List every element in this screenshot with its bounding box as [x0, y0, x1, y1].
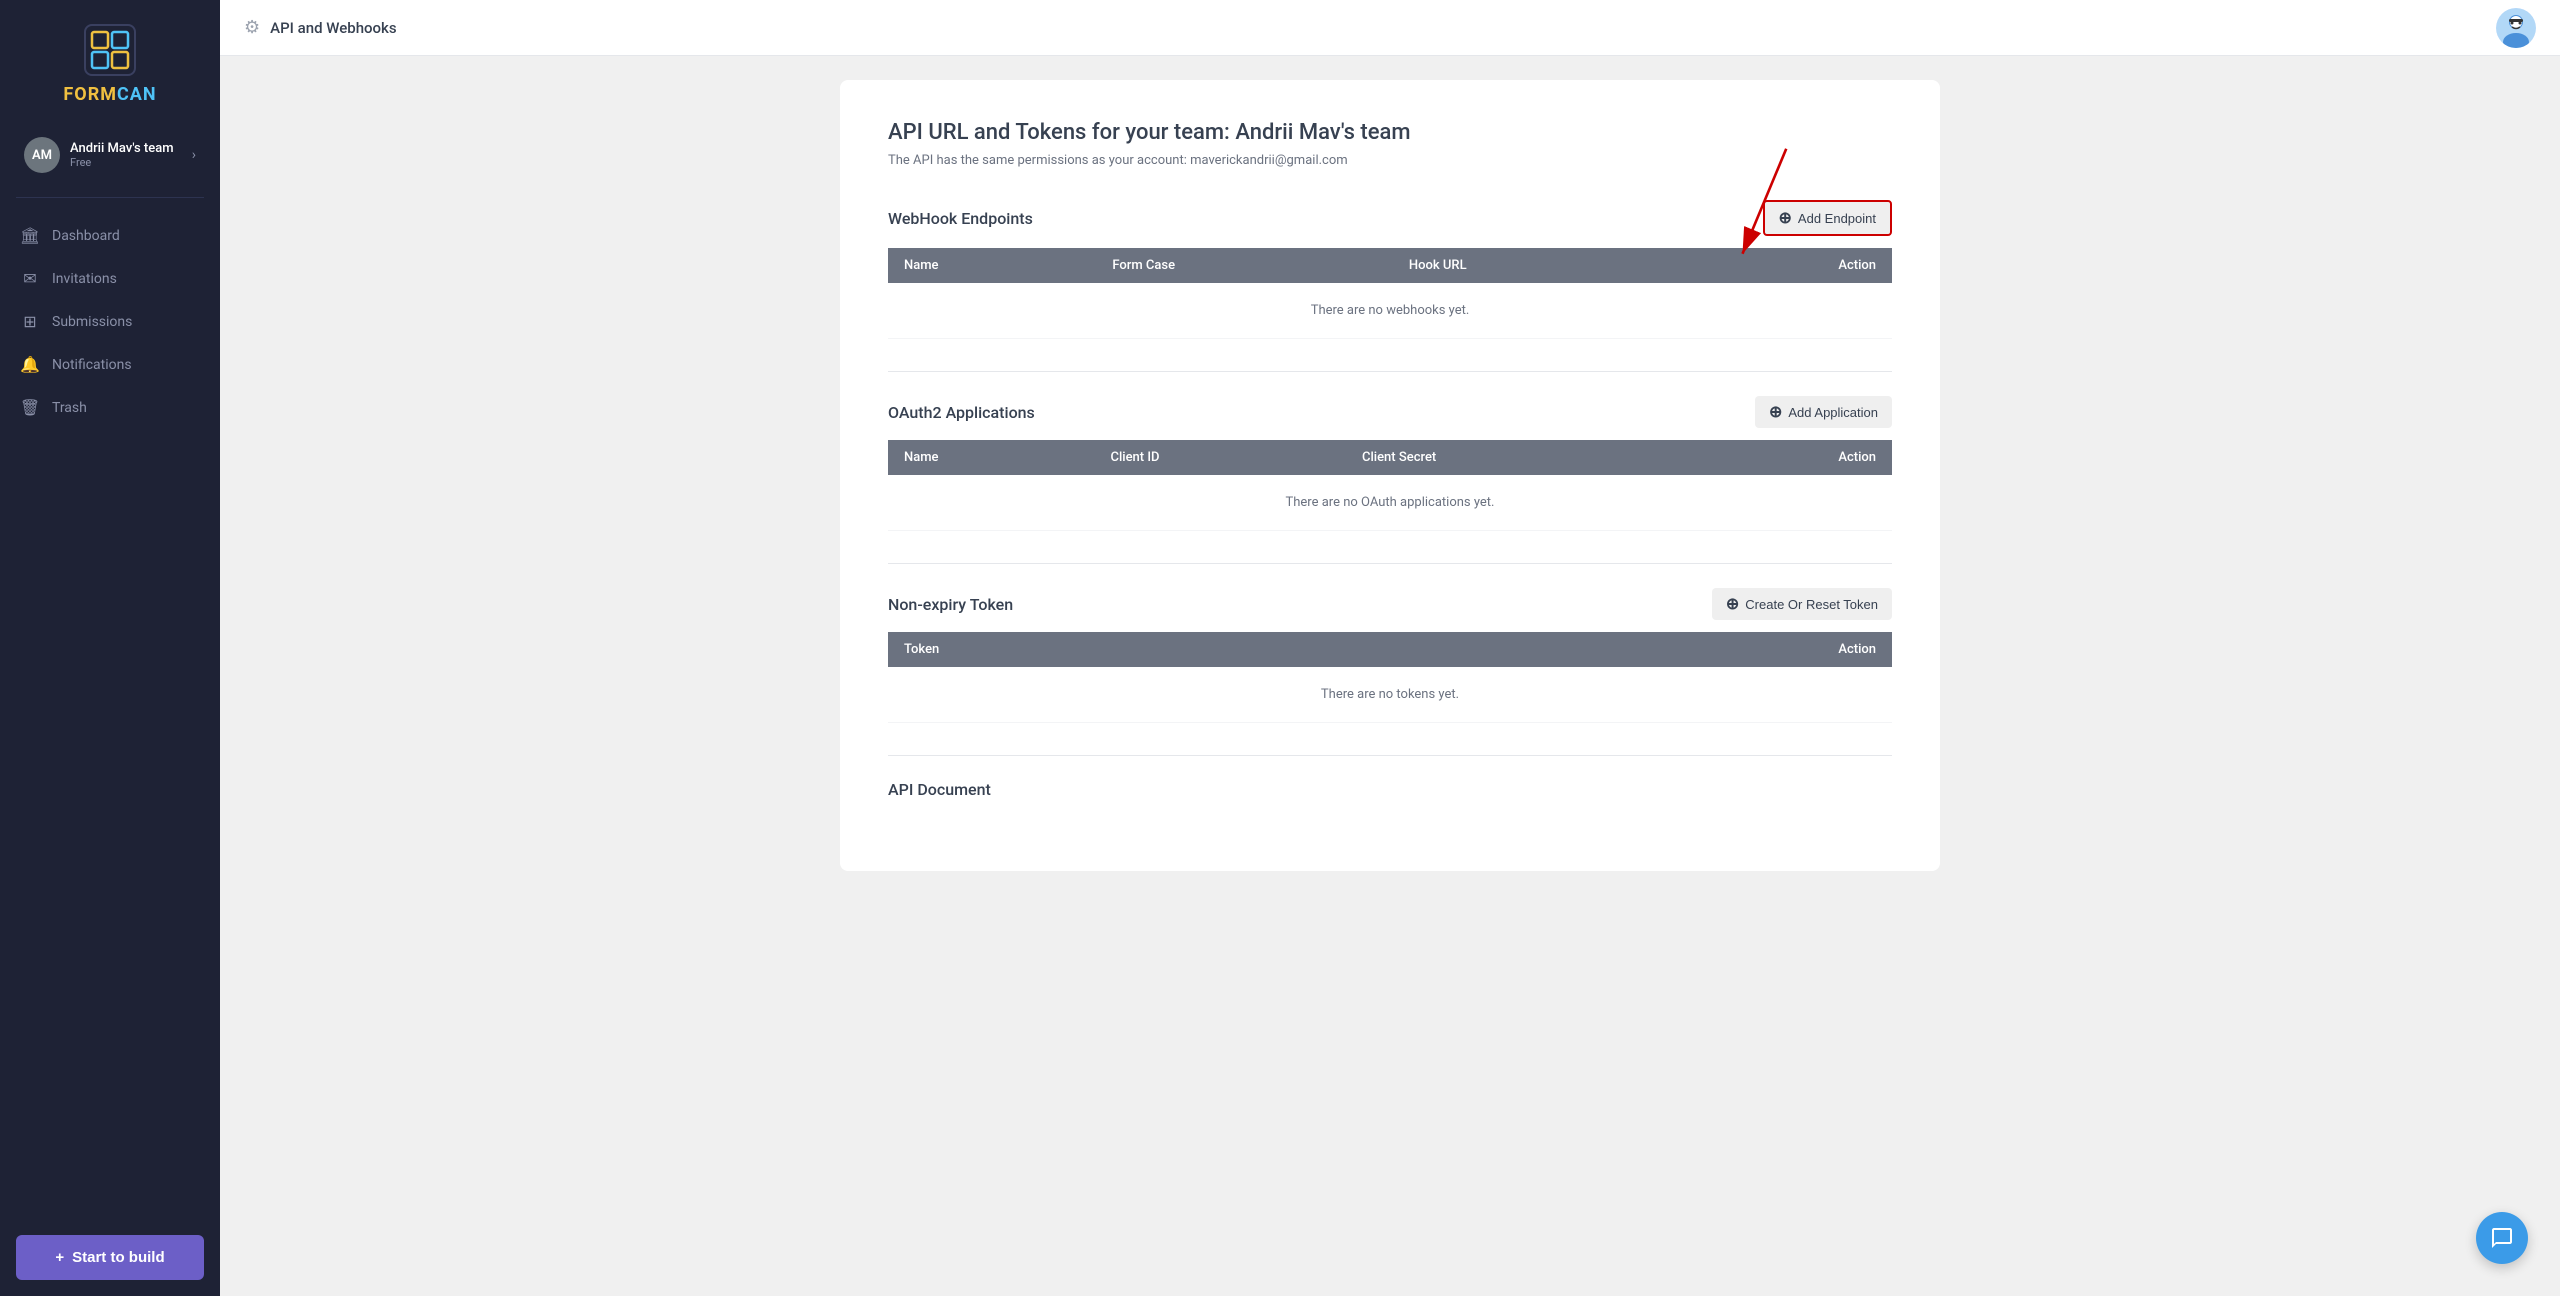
team-chevron-icon: › — [192, 147, 196, 163]
logo-form: FORM — [63, 84, 117, 105]
webhook-col-hookurl: Hook URL — [1393, 248, 1674, 283]
token-empty-message: There are no tokens yet. — [888, 667, 1892, 723]
sidebar-bottom: + Start to build — [0, 1219, 220, 1296]
sidebar-divider — [16, 197, 204, 198]
webhook-empty-row: There are no webhooks yet. — [888, 283, 1892, 339]
token-plus-icon: ⊕ — [1726, 594, 1739, 614]
oauth2-col-action: Action — [1676, 440, 1892, 475]
user-avatar[interactable] — [2496, 8, 2536, 48]
invitations-icon: ✉ — [20, 269, 40, 288]
plus-icon: + — [55, 1249, 64, 1266]
add-application-plus-icon: ⊕ — [1769, 402, 1782, 422]
token-col-token: Token — [888, 632, 1381, 667]
sidebar-item-notifications[interactable]: 🔔 Notifications — [0, 343, 220, 386]
sidebar-item-dashboard[interactable]: 🏛 Dashboard — [0, 214, 220, 257]
sidebar-logo: FORMCAN — [0, 0, 220, 121]
team-plan: Free — [70, 156, 192, 169]
gear-icon: ⚙ — [244, 17, 260, 38]
team-avatar: AM — [24, 137, 60, 173]
webhook-empty-message: There are no webhooks yet. — [888, 283, 1892, 339]
webhook-section: WebHook Endpoints ⊕ Add Endpoint Name Fo… — [888, 200, 1892, 339]
sidebar-nav: 🏛 Dashboard ✉ Invitations ⊞ Submissions … — [0, 206, 220, 1219]
trash-icon: 🗑 — [20, 398, 40, 417]
oauth2-col-name: Name — [888, 440, 1094, 475]
dashboard-icon: 🏛 — [20, 226, 40, 245]
token-table: Token Action There are no tokens yet. — [888, 632, 1892, 723]
sidebar: FORMCAN AM Andrii Mav's team Free › 🏛 Da… — [0, 0, 220, 1296]
oauth2-table: Name Client ID Client Secret Action Ther… — [888, 440, 1892, 531]
logo-icon — [84, 24, 136, 76]
team-selector[interactable]: AM Andrii Mav's team Free › — [8, 125, 212, 185]
oauth2-header: OAuth2 Applications ⊕ Add Application — [888, 396, 1892, 428]
submissions-icon: ⊞ — [20, 312, 40, 331]
notifications-icon: 🔔 — [20, 355, 40, 374]
oauth2-col-clientsecret: Client Secret — [1346, 440, 1676, 475]
api-doc-section: API Document — [888, 780, 1892, 799]
page-title: API URL and Tokens for your team: Andrii… — [888, 120, 1892, 145]
token-action-label: Create Or Reset Token — [1745, 597, 1878, 612]
create-reset-token-button[interactable]: ⊕ Create Or Reset Token — [1712, 588, 1892, 620]
webhook-header: WebHook Endpoints ⊕ Add Endpoint — [888, 200, 1892, 236]
sidebar-item-label: Invitations — [52, 271, 117, 287]
oauth2-empty-message: There are no OAuth applications yet. — [888, 475, 1892, 531]
token-header: Non-expiry Token ⊕ Create Or Reset Token — [888, 588, 1892, 620]
start-build-button[interactable]: + Start to build — [16, 1235, 204, 1280]
token-empty-row: There are no tokens yet. — [888, 667, 1892, 723]
chat-button[interactable] — [2476, 1212, 2528, 1264]
content-card: API URL and Tokens for your team: Andrii… — [840, 80, 1940, 871]
sidebar-item-submissions[interactable]: ⊞ Submissions — [0, 300, 220, 343]
page-subtitle: The API has the same permissions as your… — [888, 153, 1892, 168]
token-title: Non-expiry Token — [888, 595, 1013, 614]
oauth2-section: OAuth2 Applications ⊕ Add Application Na… — [888, 396, 1892, 531]
sidebar-item-trash[interactable]: 🗑 Trash — [0, 386, 220, 429]
sidebar-item-invitations[interactable]: ✉ Invitations — [0, 257, 220, 300]
divider-2 — [888, 563, 1892, 564]
webhook-table: Name Form Case Hook URL Action There are… — [888, 248, 1892, 339]
oauth2-empty-row: There are no OAuth applications yet. — [888, 475, 1892, 531]
sidebar-item-label: Dashboard — [52, 228, 120, 244]
sidebar-item-label: Submissions — [52, 314, 132, 330]
oauth2-title: OAuth2 Applications — [888, 403, 1035, 422]
token-col-action: Action — [1381, 632, 1892, 667]
add-application-button[interactable]: ⊕ Add Application — [1755, 396, 1892, 428]
add-endpoint-plus-icon: ⊕ — [1779, 208, 1792, 228]
sidebar-item-label: Notifications — [52, 357, 132, 373]
header-left: ⚙ API and Webhooks — [244, 17, 397, 38]
webhook-col-action: Action — [1674, 248, 1892, 283]
divider-3 — [888, 755, 1892, 756]
content-area: API URL and Tokens for your team: Andrii… — [220, 56, 2560, 1296]
header-title: API and Webhooks — [270, 19, 396, 37]
sidebar-item-label: Trash — [52, 400, 87, 416]
token-section: Non-expiry Token ⊕ Create Or Reset Token… — [888, 588, 1892, 723]
add-endpoint-button[interactable]: ⊕ Add Endpoint — [1763, 200, 1892, 236]
logo-can: CAN — [117, 84, 157, 105]
divider-1 — [888, 371, 1892, 372]
webhook-col-name: Name — [888, 248, 1096, 283]
header: ⚙ API and Webhooks — [220, 0, 2560, 56]
api-doc-title: API Document — [888, 780, 991, 799]
webhook-col-formcase: Form Case — [1096, 248, 1393, 283]
oauth2-col-clientid: Client ID — [1094, 440, 1346, 475]
team-name: Andrii Mav's team — [70, 141, 192, 156]
add-application-label: Add Application — [1788, 405, 1878, 420]
team-info: Andrii Mav's team Free — [70, 141, 192, 169]
logo-text: FORMCAN — [63, 84, 156, 105]
webhook-title: WebHook Endpoints — [888, 209, 1033, 228]
start-build-label: Start to build — [72, 1249, 165, 1266]
add-endpoint-label: Add Endpoint — [1798, 211, 1876, 226]
main-area: ⚙ API and Webhooks — [220, 0, 2560, 1296]
